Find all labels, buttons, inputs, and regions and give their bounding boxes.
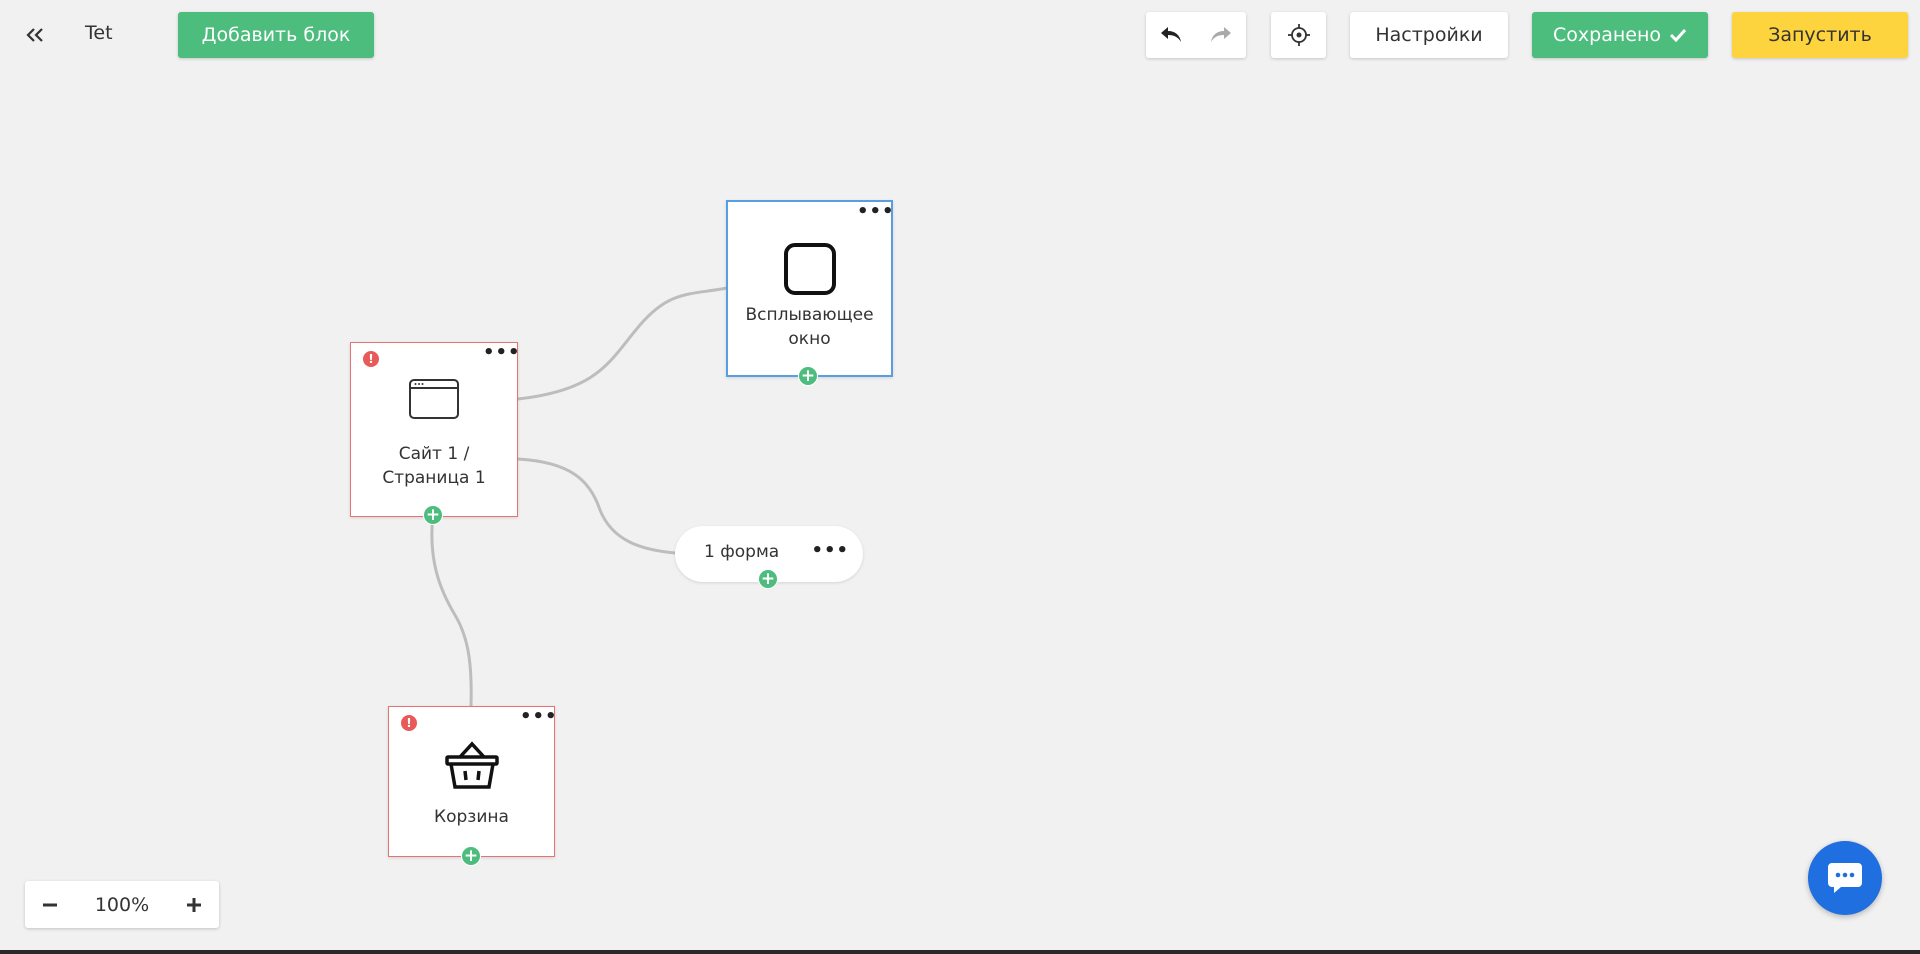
connection-site-popup xyxy=(517,286,728,401)
add-connection-button[interactable]: + xyxy=(758,569,778,589)
node-menu-button[interactable]: ••• xyxy=(520,708,557,726)
browser-window-icon xyxy=(408,378,460,424)
node-label: Всплывающее окно xyxy=(745,305,874,349)
node-menu-button[interactable]: ••• xyxy=(483,344,520,362)
node-label: Корзина xyxy=(434,807,509,827)
error-badge: ! xyxy=(401,715,417,731)
minus-icon xyxy=(43,903,57,906)
add-connection-button[interactable]: + xyxy=(798,366,818,386)
add-connection-button[interactable]: + xyxy=(423,505,443,525)
zoom-in-button[interactable] xyxy=(169,881,219,928)
zoom-level: 100% xyxy=(94,893,150,916)
zoom-control: 100% xyxy=(25,881,219,928)
zoom-out-button[interactable] xyxy=(25,881,75,928)
node-menu-button[interactable]: ••• xyxy=(857,203,894,221)
error-badge: ! xyxy=(363,351,379,367)
connections-layer xyxy=(430,286,728,707)
node-menu-button[interactable]: ••• xyxy=(811,540,849,561)
connection-site-form xyxy=(517,457,676,555)
basket-icon xyxy=(444,741,499,795)
site-page-node[interactable]: ! ••• Сайт 1 / Страница 1 xyxy=(350,342,520,517)
rounded-square-icon xyxy=(783,242,837,300)
node-label: Сайт 1 / Страница 1 xyxy=(382,444,486,488)
add-connection-button[interactable]: + xyxy=(461,846,481,866)
connection-site-cart xyxy=(430,514,473,707)
cart-node[interactable]: ! ••• Корзина xyxy=(388,706,557,857)
bottom-border xyxy=(0,950,1920,954)
popup-node[interactable]: ••• Всплывающее окно xyxy=(726,200,894,377)
plus-icon xyxy=(186,897,201,912)
form-label: 1 форма xyxy=(704,542,780,562)
chat-button[interactable] xyxy=(1808,841,1882,915)
chat-bubble-icon xyxy=(1828,863,1862,893)
